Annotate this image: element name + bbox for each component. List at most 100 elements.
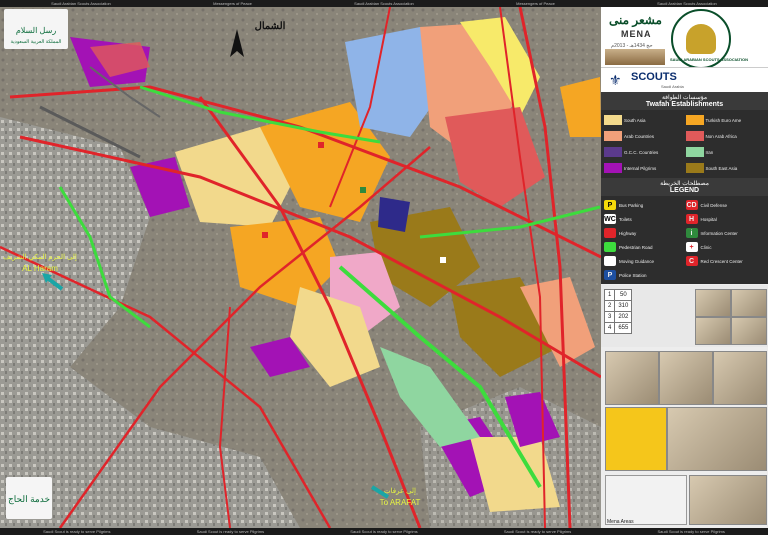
scouts-banner: ⚜ SCOUTS Saudi Arabia: [601, 67, 768, 92]
top-banner-strip: Saudi Arabian Scouts Association Messeng…: [0, 0, 768, 7]
legend-label: Toilets: [619, 216, 632, 222]
legend-item: Moving Guidance: [604, 255, 684, 267]
bottom-strip-text: Saudi Scout is ready to serve Pilgrims: [503, 529, 572, 534]
legend-heading: مصطلحات الخريطة LEGEND: [601, 178, 768, 196]
legend-item: CD Civil Defense: [685, 199, 766, 211]
palm-tree-icon: [686, 24, 716, 54]
establishment-label: South Asia: [624, 117, 646, 123]
table-cell: 1: [603, 289, 616, 301]
logo-top-title: رسل السلام: [16, 26, 57, 35]
highway-icon: [604, 228, 616, 238]
table-cell: 50: [614, 289, 633, 301]
legend-item: Pedestrian Road: [604, 241, 684, 253]
table-cell: 655: [614, 322, 633, 334]
bottom-strip-text: Saudi Scout is ready to serve Pilgrims: [657, 529, 725, 534]
establishment-item: Non Arab Africa: [685, 129, 766, 143]
bottom-strip-text: Saudi Scout is ready to serve Pilgrims: [43, 529, 111, 534]
table-row: 2 310: [603, 300, 633, 312]
swatch-turkish-euro: [685, 115, 704, 125]
table-cell: 310: [614, 300, 633, 312]
establishment-item: Turkish Euro Ame: [685, 113, 766, 127]
swatch-se-asia: [685, 163, 704, 173]
scouts-sub: Saudi Arabia: [661, 84, 684, 89]
establishment-item: South Asia: [604, 113, 684, 127]
legend-item: C Red Crescent Center: [685, 255, 766, 267]
bottom-banner-strip: Saudi Scout is ready to serve Pilgrims S…: [0, 528, 768, 535]
legend-label: Clinic: [700, 244, 712, 250]
haram-label-ar: إلى الحرم المكي الشريف: [3, 253, 77, 261]
swatch-gcc: [604, 147, 622, 157]
legend-item: WC Toilets: [604, 213, 684, 225]
establishment-item: Iran: [685, 145, 766, 159]
legend-label: Information Center: [700, 230, 738, 236]
info-marker-icon[interactable]: [360, 187, 366, 193]
arafat-label-ar: إلى عرفات: [384, 487, 416, 495]
facilities-table: 1 50 2 310 3 202 4 655: [603, 289, 633, 334]
establishment-label: G.C.C. Countries: [624, 149, 659, 155]
fleur-de-lis-icon: ⚜: [609, 72, 622, 88]
hospital-marker-icon[interactable]: [318, 142, 324, 148]
legend-item: + Clinic: [685, 241, 766, 253]
camp-photo: [659, 351, 713, 405]
legend-label: Civil Defense: [700, 202, 728, 208]
red-crescent-icon: C: [685, 256, 698, 266]
tents-photo: [689, 475, 767, 525]
table-row: 3 202: [603, 311, 633, 323]
clinic-marker-icon[interactable]: [440, 257, 446, 263]
mena-map[interactable]: رسل السلام المملكة العربية السعودية خدمة…: [0, 7, 601, 528]
street-sign-photo: [605, 407, 667, 471]
table-cell: 4: [603, 322, 616, 334]
title-en: MENA: [621, 29, 652, 39]
legend-label: Police Station: [619, 272, 647, 278]
scouts-label: SCOUTS: [631, 71, 677, 83]
clinic-icon: +: [685, 242, 698, 252]
legend-label: Highway: [619, 230, 637, 236]
facilities-table-section: 1 50 2 310 3 202 4 655: [601, 285, 768, 347]
title-ar: مشعر منى: [609, 13, 662, 27]
bottom-strip-text: Saudi Scout is ready to serve Pilgrims: [350, 529, 418, 534]
swatch-iran: [685, 147, 704, 157]
establishment-label: Iran: [705, 149, 714, 155]
mini-map-label: Mena Areas: [607, 519, 634, 525]
map-canvas[interactable]: رسل السلام المملكة العربية السعودية خدمة…: [0, 7, 601, 528]
top-strip-text: Messengers of Peace: [516, 1, 555, 6]
camp-photo: [605, 351, 659, 405]
establishment-item: Internal Pilgrims: [604, 161, 684, 175]
swatch-africa: [685, 131, 704, 141]
legend-panel: مشعر منى MENA حج 1434هـ - 2013م SAUDI AR…: [601, 7, 768, 528]
arafat-label-en: To ARAFAT: [380, 498, 421, 507]
establishment-label: Internal Pilgrims: [624, 165, 657, 171]
legend-item: i Information Center: [685, 227, 766, 239]
establishments-heading: مؤسسات الطوافة Twafah Establishments: [601, 92, 768, 110]
establishment-label: South East Asia: [705, 165, 738, 171]
camp-gcc: [378, 197, 410, 232]
facility-photo: [731, 317, 767, 345]
legend-item: H Hospital: [685, 213, 766, 225]
facility-photo: [695, 289, 731, 317]
swatch-south-asia: [604, 115, 622, 125]
civil-defense-icon: CD: [685, 200, 698, 210]
establishments-title-en: Twafah Establishments: [645, 101, 724, 108]
swatch-internal: [604, 163, 622, 173]
mena-areas-mini-map[interactable]: [605, 475, 687, 525]
establishment-label: Turkish Euro Ame: [705, 117, 742, 123]
establishment-item: South East Asia: [685, 161, 766, 175]
legend-list: P Bus Parking CD Civil Defense WC Toilets H…: [601, 196, 768, 284]
legend-label: Pedestrian Road: [619, 244, 653, 250]
establishment-item: G.C.C. Countries: [604, 145, 684, 159]
moving-guidance-icon: [604, 256, 616, 266]
legend-label: Moving Guidance: [619, 258, 655, 264]
north-label: الشمال: [255, 21, 286, 32]
facility-photo: [695, 317, 731, 345]
header-photo: [605, 49, 665, 65]
table-cell: 2: [603, 300, 616, 312]
top-strip-text: Messengers of Peace: [213, 1, 252, 6]
logo-bottom-title: خدمة الحاج: [8, 494, 50, 505]
information-icon: i: [685, 228, 698, 238]
facility-photo: [731, 289, 767, 317]
table-row: 1 50: [603, 289, 633, 301]
top-strip-text: Saudi Arabian Scouts Association: [657, 1, 717, 6]
hospital-marker-icon[interactable]: [262, 232, 268, 238]
establishment-label: Arab Countries: [624, 133, 655, 139]
legend-item: P Police Station: [604, 269, 684, 281]
